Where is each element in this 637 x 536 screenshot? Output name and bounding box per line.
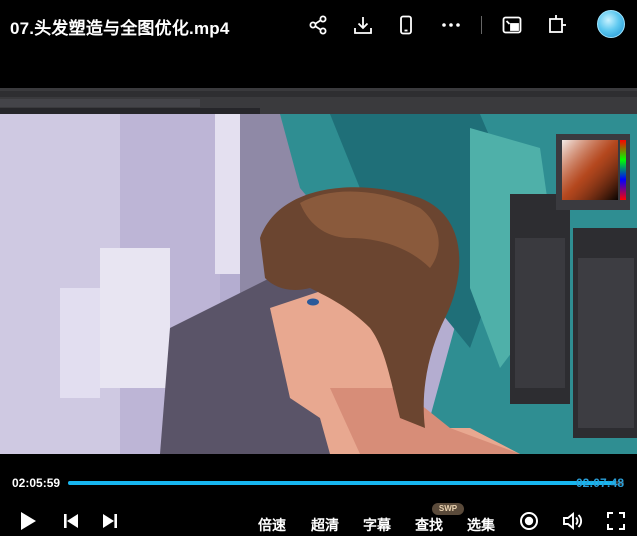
- video-title: 07.头发塑造与全图优化.mp4: [10, 19, 230, 38]
- episodes-button[interactable]: 选集: [467, 515, 495, 535]
- swp-badge: SWP: [432, 503, 464, 515]
- progress-bar[interactable]: [68, 481, 624, 485]
- subtitle-button[interactable]: 字幕: [363, 515, 391, 535]
- volume-icon[interactable]: [561, 510, 585, 532]
- top-bar: 07.头发塑造与全图优化.mp4: [0, 0, 637, 52]
- end-time: 02:07:48: [575, 476, 624, 490]
- more-icon[interactable]: [438, 12, 464, 38]
- speed-button[interactable]: 倍速: [258, 515, 286, 535]
- download-icon[interactable]: [350, 12, 376, 38]
- fullscreen-icon[interactable]: [605, 510, 627, 532]
- previous-button[interactable]: [62, 510, 80, 532]
- share-icon[interactable]: [305, 12, 331, 38]
- play-button[interactable]: [18, 510, 38, 532]
- picture-in-picture-icon[interactable]: [499, 12, 525, 38]
- phone-icon[interactable]: [393, 12, 419, 38]
- video-frame[interactable]: [0, 88, 637, 454]
- search-button[interactable]: 查找: [415, 515, 443, 535]
- progress-fill: [68, 481, 616, 485]
- danmaku-icon[interactable]: [518, 510, 540, 532]
- user-avatar[interactable]: [597, 10, 625, 38]
- quality-button[interactable]: 超清: [311, 515, 339, 535]
- next-button[interactable]: [101, 510, 119, 532]
- current-time: 02:05:59: [12, 476, 61, 490]
- window-icon[interactable]: [543, 12, 569, 38]
- toolbar-divider: [481, 16, 482, 34]
- video-content-image: [0, 88, 637, 454]
